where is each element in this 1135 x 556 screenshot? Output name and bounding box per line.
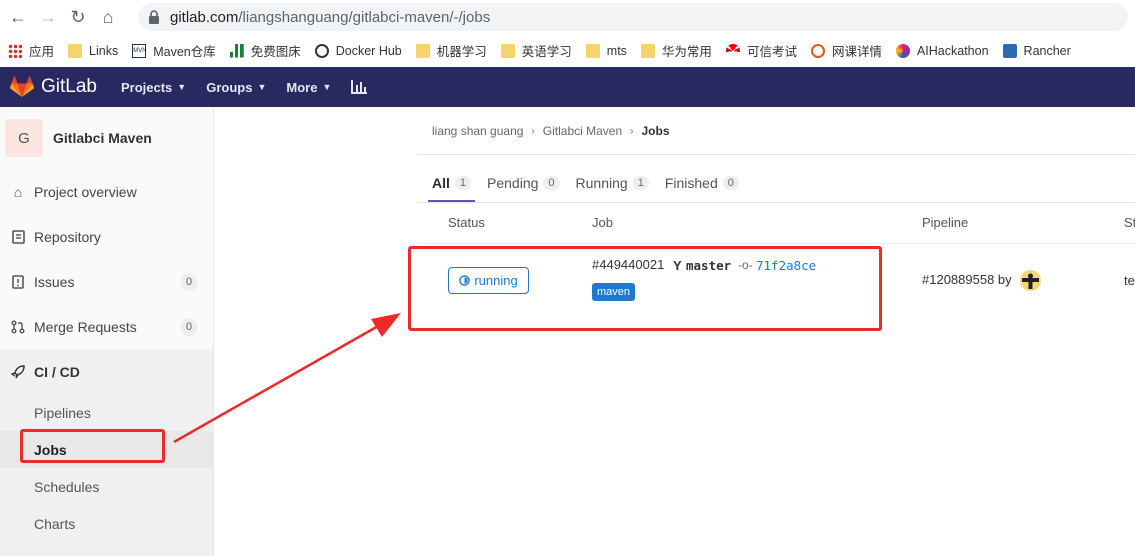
tab-finished[interactable]: Finished 0 — [665, 164, 739, 202]
gitlab-header: GitLab Projects ▼ Groups ▼ More ▼ — [0, 67, 1135, 107]
bookmark-ml[interactable]: 机器学习 — [415, 41, 487, 60]
issues-count-badge: 0 — [181, 273, 197, 291]
bookmark-english[interactable]: 英语学习 — [500, 41, 572, 60]
tab-all[interactable]: All 1 — [427, 164, 476, 202]
divider — [417, 154, 1135, 155]
nav-groups[interactable]: Groups ▼ — [206, 80, 266, 95]
nav-more[interactable]: More ▼ — [286, 80, 331, 95]
tab-running[interactable]: Running 1 — [576, 164, 649, 202]
reload-icon[interactable]: ↻ — [66, 5, 90, 29]
divider — [417, 243, 1135, 244]
sidebar-item-merge-requests[interactable]: Merge Requests 0 — [0, 304, 213, 349]
project-avatar: G — [5, 119, 43, 157]
bookmark-image-host[interactable]: 免费图床 — [229, 41, 301, 60]
mvn-icon: MVN — [132, 43, 147, 58]
breadcrumb-current[interactable]: Jobs — [641, 124, 669, 138]
tab-count-badge: 0 — [722, 176, 739, 190]
bookmark-exam[interactable]: 可信考试 — [725, 41, 797, 60]
sidebar-item-issues[interactable]: Issues 0 — [0, 259, 213, 304]
breadcrumb-user[interactable]: liang shan guang — [432, 124, 523, 138]
chevron-right-icon: › — [531, 125, 535, 137]
chart-icon — [229, 43, 244, 58]
forward-icon[interactable]: → — [36, 5, 60, 29]
docker-icon — [314, 43, 329, 58]
bookmark-links[interactable]: Links — [68, 43, 118, 58]
rancher-icon — [1002, 43, 1017, 58]
tab-count-badge: 0 — [543, 176, 560, 190]
apple-icon — [810, 43, 825, 58]
column-header-job: Job — [592, 215, 613, 230]
sidebar-subitem-schedules[interactable]: Schedules — [0, 468, 213, 505]
jobs-scope-tabs: All 1 Pending 0 Running 1 Finished 0 — [427, 164, 755, 202]
ai-icon — [895, 43, 910, 58]
column-header-status: Status — [448, 215, 485, 230]
bookmark-course[interactable]: 网课详情 — [810, 41, 882, 60]
folder-icon — [500, 43, 515, 58]
back-icon[interactable]: ← — [6, 5, 30, 29]
url-path: /liangshanguang/gitlabci-maven/-/jobs — [238, 8, 491, 26]
sidebar-item-project-overview[interactable]: ⌂ Project overview — [0, 169, 213, 214]
pipeline-link[interactable]: #120889558 by — [922, 272, 1012, 287]
avatar-figure-icon — [1022, 273, 1039, 289]
column-header-stage: St — [1124, 215, 1135, 230]
rocket-icon — [10, 364, 26, 380]
sidebar-item-repository[interactable]: Repository — [0, 214, 213, 259]
tab-pending[interactable]: Pending 0 — [487, 164, 560, 202]
brand-name: GitLab — [41, 76, 97, 97]
activity-chart-button[interactable] — [351, 80, 368, 94]
bar-chart-icon — [351, 80, 368, 94]
sidebar-item-cicd[interactable]: CI / CD — [0, 349, 213, 394]
bookmark-apps[interactable]: 应用 — [8, 41, 54, 60]
annotation-highlight-jobs — [20, 429, 165, 463]
sidebar-subitem-charts[interactable]: Charts — [0, 505, 213, 542]
sidebar-subitem-pipelines[interactable]: Pipelines — [0, 394, 213, 431]
bookmarks-bar: 应用 Links MVN Maven仓库 免费图床 Docker Hub 机器学… — [0, 34, 1135, 67]
url-host: gitlab.com — [170, 8, 239, 26]
issues-icon — [10, 274, 26, 290]
stage-name: te — [1124, 273, 1135, 288]
chevron-down-icon: ▼ — [257, 82, 267, 92]
bookmark-rancher[interactable]: Rancher — [1002, 43, 1071, 58]
bookmark-mts[interactable]: mts — [585, 43, 627, 58]
tab-count-badge: 1 — [454, 176, 472, 190]
tab-count-badge: 1 — [632, 176, 649, 190]
folder-icon — [640, 43, 655, 58]
gitlab-logo[interactable]: GitLab — [10, 76, 97, 98]
address-bar[interactable]: gitlab.com/liangshanguang/gitlabci-maven… — [138, 3, 1128, 31]
bookmark-maven[interactable]: MVN Maven仓库 — [132, 41, 216, 60]
project-sidebar: G Gitlabci Maven ⌂ Project overview Repo… — [0, 107, 214, 556]
chevron-down-icon: ▼ — [177, 82, 187, 92]
bookmark-aihackathon[interactable]: AIHackathon — [895, 43, 989, 58]
project-name: Gitlabci Maven — [53, 130, 152, 146]
folder-icon — [68, 43, 83, 58]
home-icon: ⌂ — [13, 183, 23, 200]
merge-requests-count-badge: 0 — [181, 318, 197, 336]
chevron-right-icon: › — [630, 125, 634, 137]
lock-icon — [149, 10, 159, 24]
column-header-pipeline: Pipeline — [922, 215, 969, 230]
divider — [417, 202, 1135, 203]
bookmark-docker-hub[interactable]: Docker Hub — [314, 43, 402, 58]
browser-toolbar: ← → ↻ ⌂ gitlab.com/liangshanguang/gitlab… — [0, 0, 1135, 34]
home-icon[interactable]: ⌂ — [96, 5, 120, 29]
breadcrumb-project[interactable]: Gitlabci Maven — [543, 124, 622, 138]
book-icon — [10, 229, 26, 245]
annotation-highlight-job-row — [408, 246, 882, 331]
folder-icon — [415, 43, 430, 58]
apps-grid-icon — [8, 43, 22, 58]
merge-request-icon — [10, 319, 26, 335]
breadcrumb: liang shan guang › Gitlabci Maven › Jobs — [432, 124, 670, 138]
nav-projects[interactable]: Projects ▼ — [121, 80, 186, 95]
huawei-icon — [725, 43, 740, 58]
sidebar-project-header[interactable]: G Gitlabci Maven — [0, 107, 213, 169]
user-avatar[interactable] — [1020, 270, 1041, 291]
chevron-down-icon: ▼ — [322, 82, 332, 92]
gitlab-tanuki-icon — [10, 76, 34, 97]
bookmark-huawei-common[interactable]: 华为常用 — [640, 41, 712, 60]
folder-icon — [585, 43, 600, 58]
